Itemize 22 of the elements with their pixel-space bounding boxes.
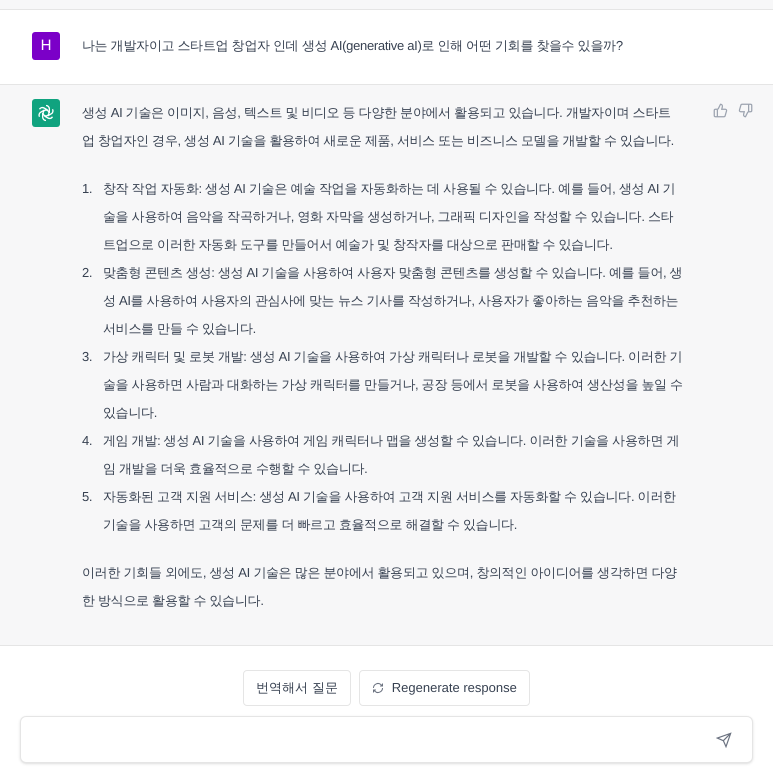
list-item-text: 창작 작업 자동화: 생성 AI 기술은 예술 작업을 자동화하는 데 사용될 수 있습니다. 예를 들어, 생성 AI 기술을 사용하여 음악을 작곡하거나, 영화 자막을 생성하거나, 그래픽 디자인을 작성할 수 있습니다. 스타트업으로 이러한 자동화 도구를 만들어서 예술가 및 창작자를 대상으로 판매할 수 있습니다. — [103, 180, 676, 254]
refresh-icon — [372, 682, 384, 694]
list-number: 3. — [82, 348, 94, 366]
answer-paragraph: 이러한 기회들 외에도, 생성 AI 기술은 많은 분야에서 활용되고 있으며, 창의적인 아이디어를 생각하면 다양한 방식으로 활용할 수 있습니다. — [82, 564, 678, 610]
message-input-field[interactable] — [20, 716, 753, 763]
list-item-text: 자동화된 고객 지원 서비스: 생성 AI 기술을 사용하여 고객 지원 서비스를 자동화할 수 있습니다. 이러한 기술을 사용하면 고객의 문제를 더 빠르고 효율적으로 해결할 수 있습니다. — [103, 488, 677, 534]
user-avatar: H — [32, 32, 60, 60]
list-item-text: 맞춤형 콘텐츠 생성: 생성 AI 기술을 사용하여 사용자 맞춤형 콘텐츠를 생성할 수 있습니다. 예를 들어, 생성 AI를 사용하여 사용자의 관심사에 맞는 뉴스 기사를 작성하거나, 사용자가 좋아하는 음악을 추천하는 서비스를 만들 수 있습니다. — [103, 264, 683, 338]
list-number: 2. — [82, 264, 94, 282]
list-item-text: 가상 캐릭터 및 로봇 개발: 생성 AI 기술을 사용하여 가상 캐릭터나 로봇을 개발할 수 있습니다. 이러한 기술을 사용하면 사람과 대화하는 가상 캐릭터를 만들거나, 공장 등에서 로봇을 사용하여 생산성을 높일 수 있습니다. — [103, 348, 683, 422]
list-item-text: 게임 개발: 생성 AI 기술을 사용하여 게임 캐릭터나 맵을 생성할 수 있습니다. 이러한 기술을 사용하면 게임 개발을 더욱 효율적으로 수행할 수 있습니다. — [103, 432, 680, 478]
user-message: 나는 개발자이고 스타트업 창업자 인데 생성 AI(generative aI)로 인해 어떤 기회를 찾을수 있을까? — [82, 37, 624, 55]
send-icon[interactable] — [716, 732, 732, 748]
regenerate-button[interactable]: Regenerate response — [358, 670, 530, 706]
answer-paragraph: 생성 AI 기술은 이미지, 음성, 텍스트 및 비디오 등 다양한 분야에서 활용되고 있습니다. 개발자이며 스타트업 창업자인 경우, 생성 AI 기술을 활용하여 새로운 제품, 서비스 또는 비즈니스 모델을 개발할 수 있습니다. — [82, 104, 675, 150]
translate-ask-button[interactable]: 번역해서 질문 — [243, 670, 351, 706]
list-number: 5. — [82, 488, 94, 506]
list-number: 1. — [82, 180, 94, 198]
knot-icon — [36, 103, 56, 123]
list-number: 4. — [82, 432, 94, 450]
thumbs-up-icon[interactable] — [713, 103, 728, 118]
thumbs-down-icon[interactable] — [738, 103, 753, 118]
